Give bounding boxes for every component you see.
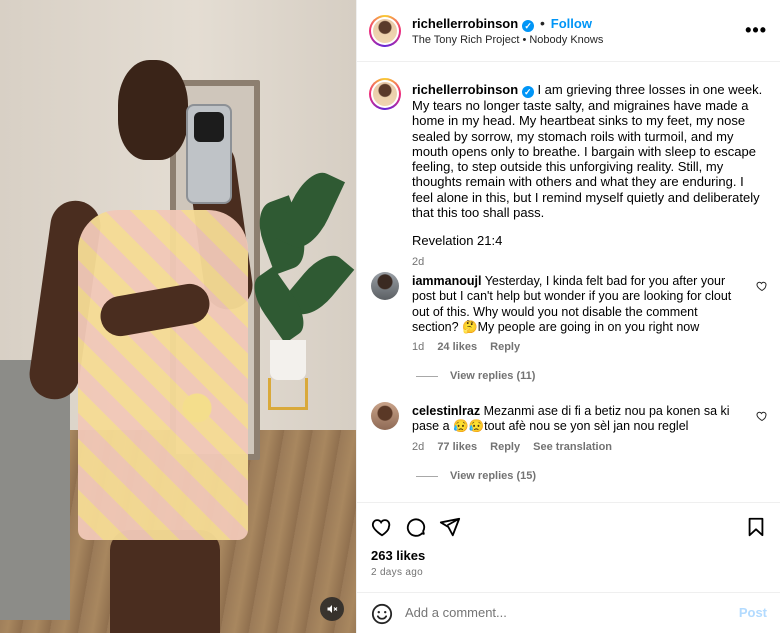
caption-time[interactable]: 2d: [412, 255, 767, 270]
verified-badge-icon: ✓: [521, 86, 534, 98]
comment-1-meta: 1d 24 likes Reply: [412, 341, 530, 353]
comment-username[interactable]: iammanoujl: [412, 274, 481, 288]
author-avatar[interactable]: [369, 15, 401, 47]
comment-time[interactable]: 1d: [412, 341, 424, 353]
comment-2: celestinlraz Mezanmi ase di fi a betiz n…: [412, 404, 734, 435]
person-phone: [186, 104, 232, 204]
post-age[interactable]: 2 days ago: [371, 567, 423, 578]
verified-badge-icon: ✓: [522, 20, 535, 32]
plant-pot: [270, 340, 306, 380]
author-username[interactable]: richellerrobinson: [412, 16, 518, 31]
media-cabinet: [0, 360, 70, 620]
phone-camera: [194, 112, 224, 142]
emoji-icon[interactable]: [371, 603, 393, 625]
comment-composer: Post: [357, 592, 780, 633]
more-options-icon[interactable]: •••: [745, 20, 767, 41]
view-replies-button[interactable]: View replies (11): [416, 370, 535, 382]
share-icon[interactable]: [439, 516, 461, 538]
comment-input[interactable]: [405, 605, 705, 620]
separator-dot: •: [539, 15, 545, 31]
view-replies-label: View replies (11): [450, 370, 536, 382]
author-line: richellerrobinson ✓ • Follow: [412, 15, 592, 32]
comment-time[interactable]: 2d: [412, 441, 424, 453]
audio-track[interactable]: The Tony Rich Project • Nobody Knows: [412, 34, 603, 46]
comment-like-icon[interactable]: [756, 280, 768, 292]
caption-username[interactable]: richellerrobinson: [412, 82, 518, 97]
person-legs: [110, 530, 220, 633]
speaker-muted-icon[interactable]: [320, 597, 344, 621]
comment-icon[interactable]: [405, 516, 427, 538]
likes-count[interactable]: 263 likes: [371, 548, 425, 563]
caption-verse: Revelation 21:4: [412, 233, 503, 249]
heart-icon[interactable]: [371, 516, 393, 538]
replies-line: [416, 475, 438, 477]
follow-button[interactable]: Follow: [551, 16, 592, 31]
caption: richellerrobinson ✓ I am grieving three …: [412, 82, 767, 270]
caption-avatar[interactable]: [369, 78, 401, 110]
action-bar: [357, 502, 780, 592]
comment-avatar[interactable]: [371, 402, 399, 430]
post-side-panel: richellerrobinson ✓ • Follow The Tony Ri…: [356, 0, 780, 633]
post-media[interactable]: [0, 0, 356, 633]
replies-line: [416, 375, 438, 377]
see-translation-button[interactable]: See translation: [533, 441, 612, 453]
post-comment-button[interactable]: Post: [739, 605, 767, 620]
person-head: [118, 60, 188, 160]
view-replies-button[interactable]: View replies (15): [416, 470, 536, 482]
comment-likes[interactable]: 24 likes: [437, 341, 477, 353]
post-modal: richellerrobinson ✓ • Follow The Tony Ri…: [0, 0, 780, 633]
reply-button[interactable]: Reply: [490, 441, 520, 453]
view-replies-label: View replies (15): [450, 470, 537, 482]
comment-username[interactable]: celestinlraz: [412, 404, 480, 418]
post-header: richellerrobinson ✓ • Follow The Tony Ri…: [357, 0, 780, 62]
comment-1: iammanoujl Yesterday, I kinda felt bad f…: [412, 274, 734, 335]
bookmark-icon[interactable]: [745, 516, 767, 538]
comment-like-icon[interactable]: [756, 410, 768, 422]
reply-button[interactable]: Reply: [490, 341, 520, 353]
plant-stand: [268, 378, 308, 410]
comment-likes[interactable]: 77 likes: [437, 441, 477, 453]
comment-2-meta: 2d 77 likes Reply See translation: [412, 441, 622, 453]
person-dress: [78, 210, 248, 540]
caption-text: I am grieving three losses in one week. …: [412, 82, 763, 221]
comment-avatar[interactable]: [371, 272, 399, 300]
